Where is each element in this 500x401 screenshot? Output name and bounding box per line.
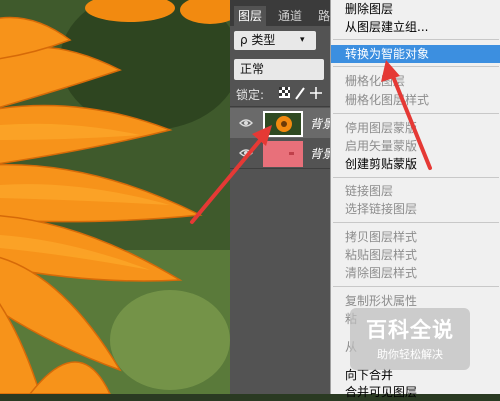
lock-position-icon[interactable]	[310, 87, 322, 99]
filter-label: ρ 类型	[240, 33, 276, 47]
menu-item-convert-to-smart-object[interactable]: 转换为智能对象	[331, 45, 500, 63]
lock-pixels-icon[interactable]	[295, 87, 305, 100]
lock-transparency-icon[interactable]	[279, 87, 290, 98]
menu-divider	[333, 39, 499, 40]
lock-label: 锁定:	[236, 88, 265, 102]
layers-panel: 图层 通道 路 ρ 类型 ▾ 正常 锁定: 背景 背景	[230, 0, 334, 394]
menu-item-disable-layer-mask[interactable]: 停用图层蒙版	[331, 119, 500, 137]
divider	[230, 168, 330, 169]
tab-layers[interactable]: 图层	[234, 6, 267, 26]
menu-item-clear-layer-style[interactable]: 清除图层样式	[331, 264, 500, 282]
layer-row[interactable]: 背景	[230, 108, 334, 138]
menu-item-merge-visible[interactable]: 合并可见图层	[331, 383, 500, 401]
blend-mode-value: 正常	[240, 62, 265, 76]
eye-icon[interactable]	[239, 116, 253, 130]
menu-divider	[333, 177, 499, 178]
panel-tab-bar: 图层 通道 路	[230, 0, 330, 26]
menu-divider	[333, 286, 499, 287]
menu-item-group-from-layers[interactable]: 从图层建立组...	[331, 18, 500, 36]
menu-divider	[333, 222, 499, 223]
eye-icon[interactable]	[239, 146, 253, 160]
layer-thumbnail	[263, 111, 303, 137]
menu-item-link-layers[interactable]: 链接图层	[331, 182, 500, 200]
menu-divider	[333, 113, 499, 114]
watermark-logo: 百科全说 助你轻松解决	[350, 308, 470, 370]
mask-link-icon	[289, 152, 294, 155]
menu-item-rasterize-layer-style[interactable]: 栅格化图层样式	[331, 91, 500, 109]
layer-thumbnail	[263, 141, 303, 167]
divider	[230, 106, 330, 107]
menu-item-enable-vector-mask[interactable]: 启用矢量蒙版	[331, 137, 500, 155]
lock-icons	[278, 85, 328, 101]
menu-item-rasterize-layer[interactable]: 栅格化图层	[331, 72, 500, 90]
tab-channels[interactable]: 通道	[274, 6, 306, 26]
watermark-subtitle: 助你轻松解决	[377, 348, 443, 361]
blend-mode-dropdown[interactable]: 正常	[234, 59, 324, 80]
menu-item-paste-layer-style[interactable]: 粘贴图层样式	[331, 246, 500, 264]
chevron-down-icon: ▾	[300, 35, 305, 45]
watermark-title: 百科全说	[366, 318, 454, 342]
menu-divider	[333, 66, 499, 67]
flower-photo	[0, 0, 230, 394]
menu-item-select-linked-layers[interactable]: 选择链接图层	[331, 200, 500, 218]
layer-row[interactable]: 背景	[230, 138, 334, 168]
menu-item-delete-layer[interactable]: 删除图层	[331, 0, 500, 18]
menu-item-create-clipping-mask[interactable]: 创建剪贴蒙版	[331, 155, 500, 173]
layer-filter-dropdown[interactable]: ρ 类型 ▾	[234, 31, 316, 50]
menu-item-copy-layer-style[interactable]: 拷贝图层样式	[331, 228, 500, 246]
